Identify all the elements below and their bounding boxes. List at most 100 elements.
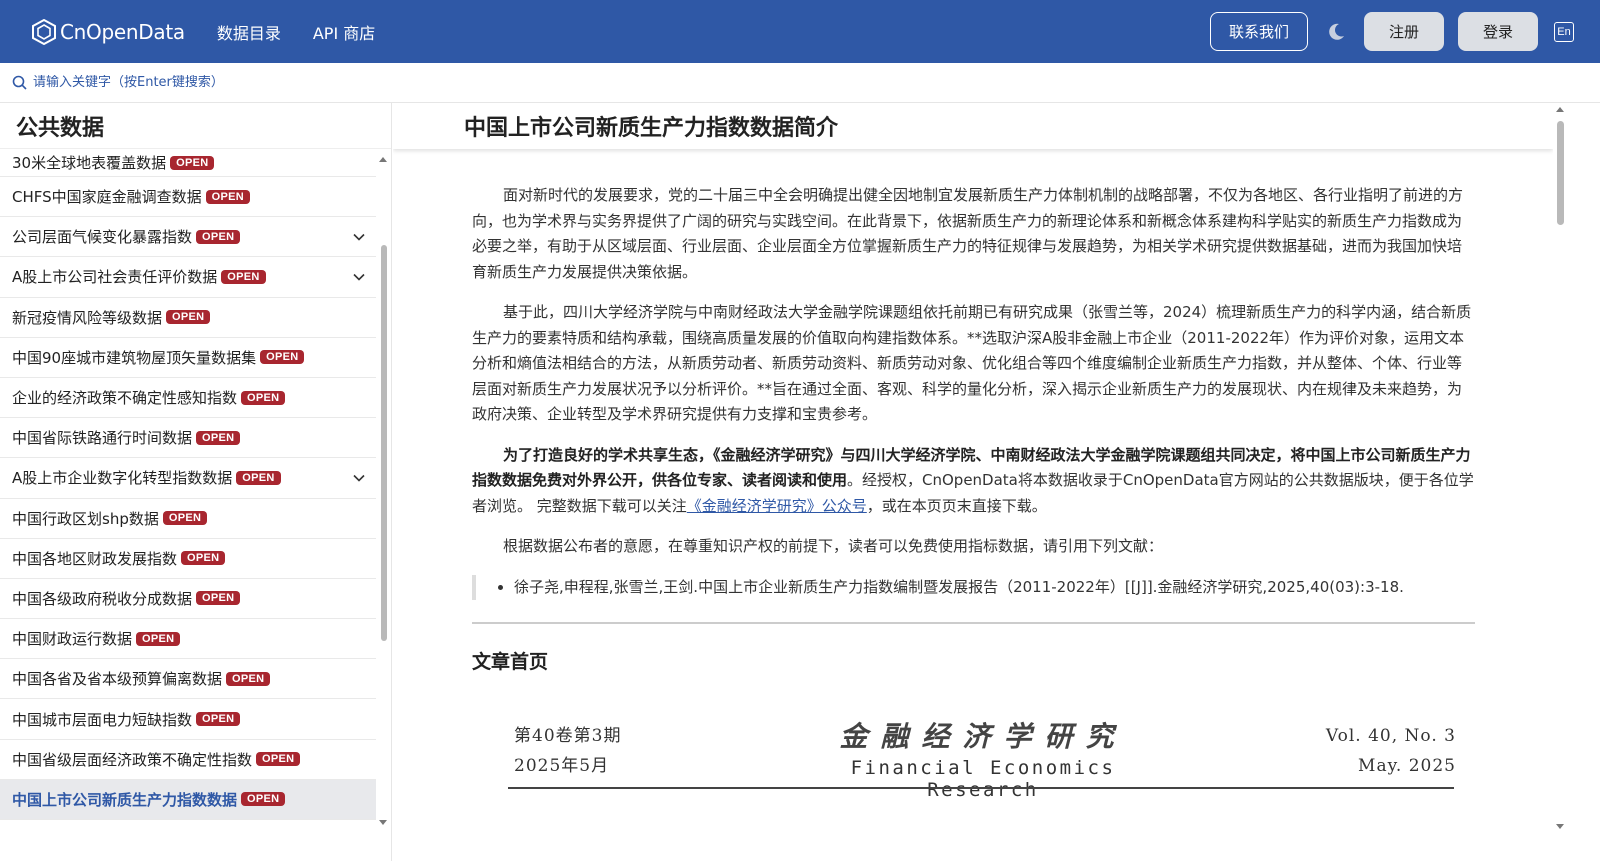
sidebar-item[interactable]: A股上市企业数字化转型指数数据 OPEN xyxy=(0,458,376,499)
sidebar-item[interactable]: 中国省级层面经济政策不确定性指数 OPEN xyxy=(0,740,376,780)
sidebar-item-label: 中国各级政府税收分成数据 xyxy=(12,589,193,608)
open-badge: OPEN xyxy=(205,189,251,204)
logo[interactable]: CnOpenData xyxy=(32,18,185,45)
sidebar-item[interactable]: 中国省际铁路通行时间数据 OPEN xyxy=(0,418,376,459)
open-badge: OPEN xyxy=(236,470,281,485)
sidebar-item-label: 中国各省及省本级预算偏离数据 xyxy=(12,670,223,689)
search-input[interactable] xyxy=(33,75,433,90)
sidebar-item[interactable]: 中国各级政府税收分成数据 OPEN xyxy=(0,579,376,620)
page-title: 中国上市公司新质生产力指数数据简介 xyxy=(393,103,1553,149)
sidebar-item-label: 新冠疫情风险等级数据 xyxy=(12,308,163,327)
sidebar-item[interactable]: 30米全球地表覆盖数据 OPEN xyxy=(0,149,376,177)
journal-name-cn: 金融经济学研究 xyxy=(839,720,1127,753)
open-badge: OPEN xyxy=(241,390,286,405)
open-badge: OPEN xyxy=(260,350,305,365)
open-badge: OPEN xyxy=(166,310,211,325)
open-badge: OPEN xyxy=(221,269,266,284)
contact-us-button[interactable]: 联系我们 xyxy=(1210,12,1308,51)
divider xyxy=(472,622,1475,624)
sidebar-item[interactable]: 中国城市层面电力短缺指数 OPEN xyxy=(0,699,376,740)
chevron-down-icon[interactable] xyxy=(352,230,366,244)
journal-issue-en: Vol. 40, No. 3 May. 2025 xyxy=(1326,721,1456,781)
sidebar-item-label: 中国省级层面经济政策不确定性指数 xyxy=(12,750,253,769)
intro-paragraph-3: 为了打造良好的学术共享生态，《金融经济学研究》与四川大学经济学院、中南财经政法大… xyxy=(472,443,1475,520)
scroll-down-arrow-icon[interactable] xyxy=(379,820,387,825)
nav-api-store[interactable]: API 商店 xyxy=(313,20,375,44)
language-switch-button[interactable]: En xyxy=(1554,21,1574,42)
sidebar-item[interactable]: 中国各省及省本级预算偏离数据 OPEN xyxy=(0,659,376,700)
open-badge: OPEN xyxy=(226,671,271,686)
sidebar-item-label: 中国城市层面电力短缺指数 xyxy=(12,710,193,729)
section-title: 文章首页 xyxy=(472,651,549,673)
login-button[interactable]: 登录 xyxy=(1458,12,1538,51)
sidebar-item[interactable]: 公司层面气候变化暴露指数 OPEN xyxy=(0,217,376,258)
sidebar-item-label: 30米全球地表覆盖数据 xyxy=(12,154,167,172)
sidebar-title: 公共数据 xyxy=(0,103,391,149)
sidebar-item-label: A股上市公司社会责任评价数据 xyxy=(12,268,218,287)
sidebar-item[interactable]: 新冠疫情风险等级数据 OPEN xyxy=(0,298,376,338)
nav-data-catalog[interactable]: 数据目录 xyxy=(217,20,281,44)
journal-rule xyxy=(508,787,1454,789)
register-button[interactable]: 注册 xyxy=(1364,12,1444,51)
wechat-account-link[interactable]: 《金融经济学研究》公众号 xyxy=(687,497,867,515)
chevron-down-icon[interactable] xyxy=(352,471,366,485)
sidebar-item[interactable]: 中国各地区财政发展指数 OPEN xyxy=(0,539,376,579)
sidebar-item[interactable]: 企业的经济政策不确定性感知指数 OPEN xyxy=(0,378,376,419)
date-en: May. 2025 xyxy=(1358,756,1456,776)
sidebar-item[interactable]: 中国90座城市建筑物屋顶矢量数据集 OPEN xyxy=(0,338,376,378)
chevron-down-icon[interactable] xyxy=(352,270,366,284)
journal-header-image: 第40卷第3期 2025年5月 金融经济学研究 Financial Econom… xyxy=(508,715,1456,801)
sidebar-item-label: 中国行政区划shp数据 xyxy=(12,509,159,528)
sidebar-scrollbar[interactable] xyxy=(378,149,390,825)
sidebar: 公共数据 30米全球地表覆盖数据 OPEN CHFS中国家庭金融调查数据 OPEN 公司… xyxy=(0,103,392,861)
sidebar-item[interactable]: 中国上市公司新质生产力指数数据 OPEN xyxy=(0,779,376,820)
sidebar-item-label: 公司层面气候变化暴露指数 xyxy=(12,228,193,247)
sidebar-item[interactable]: 中国行政区划shp数据 OPEN xyxy=(0,499,376,539)
dark-mode-toggle[interactable] xyxy=(1324,20,1348,44)
scrollbar-thumb[interactable] xyxy=(381,245,387,641)
sidebar-item-label: 中国省际铁路通行时间数据 xyxy=(12,429,193,448)
open-badge: OPEN xyxy=(196,591,241,606)
journal-name-en: Financial Economics Research xyxy=(850,757,1116,801)
open-badge: OPEN xyxy=(196,712,241,727)
dataset-list: 30米全球地表覆盖数据 OPEN CHFS中国家庭金融调查数据 OPEN 公司层面气候变… xyxy=(0,149,376,827)
sidebar-item-label: 中国各地区财政发展指数 xyxy=(12,549,178,568)
main-content: 中国上市公司新质生产力指数数据简介 面对新时代的发展要求，党的二十届三中全会明确… xyxy=(393,103,1553,861)
sidebar-item-label: A股上市企业数字化转型指数数据 xyxy=(12,469,233,488)
moon-icon xyxy=(1329,23,1344,40)
intro-paragraph-4: 根据数据公布者的意愿，在尊重知识产权的前提下，读者可以免费使用指标数据，请引用下… xyxy=(503,537,1164,555)
open-badge: OPEN xyxy=(136,631,181,646)
citation-block: 徐子尧,申程程,张雪兰,王剑.中国上市企业新质生产力指数编制暨发展报告（2011… xyxy=(472,574,1475,601)
date-cn: 2025年5月 xyxy=(514,756,610,776)
search-icon xyxy=(12,75,27,90)
logo-text: CnOpenData xyxy=(60,19,185,44)
intro-paragraph-2: 基于此，四川大学经济学院与中南财经政法大学金融学院课题组依托前期已有研究成果（张… xyxy=(472,303,1472,423)
journal-issue-cn: 第40卷第3期 2025年5月 xyxy=(514,721,621,781)
sidebar-item-label: 企业的经济政策不确定性感知指数 xyxy=(12,389,238,408)
open-badge: OPEN xyxy=(162,511,208,526)
paragraph-3-tail: ，或在本页页末直接下载。 xyxy=(866,496,1047,515)
open-badge: OPEN xyxy=(170,155,215,170)
sidebar-item[interactable]: 中国财政运行数据 OPEN xyxy=(0,619,376,660)
open-badge: OPEN xyxy=(196,430,241,445)
scroll-down-arrow-icon[interactable] xyxy=(1556,824,1564,829)
open-badge: OPEN xyxy=(256,752,301,767)
issue-cn: 第40卷第3期 xyxy=(514,726,622,746)
citation-item: 徐子尧,申程程,张雪兰,王剑.中国上市企业新质生产力指数编制暨发展报告（2011… xyxy=(514,575,1475,601)
scroll-up-arrow-icon[interactable] xyxy=(1556,107,1564,112)
top-nav-bar: CnOpenData 数据目录 API 商店 联系我们 注册 登录 En xyxy=(0,0,1600,63)
scrollbar-thumb[interactable] xyxy=(1557,121,1564,225)
sidebar-item-label: CHFS中国家庭金融调查数据 xyxy=(12,188,202,207)
scroll-up-arrow-icon[interactable] xyxy=(379,157,387,162)
sidebar-item[interactable]: CHFS中国家庭金融调查数据 OPEN xyxy=(0,177,376,218)
main-scrollbar[interactable] xyxy=(1553,103,1568,829)
sidebar-item[interactable]: A股上市公司社会责任评价数据 OPEN xyxy=(0,257,376,298)
sidebar-item-label: 中国上市公司新质生产力指数数据 xyxy=(12,790,238,809)
intro-paragraph-1: 面对新时代的发展要求，党的二十届三中全会明确提出健全因地制宜发展新质生产力体制机… xyxy=(472,186,1464,281)
article-body: 面对新时代的发展要求，党的二十届三中全会明确提出健全因地制宜发展新质生产力体制机… xyxy=(472,183,1475,676)
vol-en: Vol. 40, No. 3 xyxy=(1325,726,1456,746)
search-bar xyxy=(0,63,1600,103)
open-badge: OPEN xyxy=(241,792,286,807)
open-badge: OPEN xyxy=(196,229,241,244)
sidebar-item-label: 中国90座城市建筑物屋顶矢量数据集 xyxy=(12,348,257,367)
